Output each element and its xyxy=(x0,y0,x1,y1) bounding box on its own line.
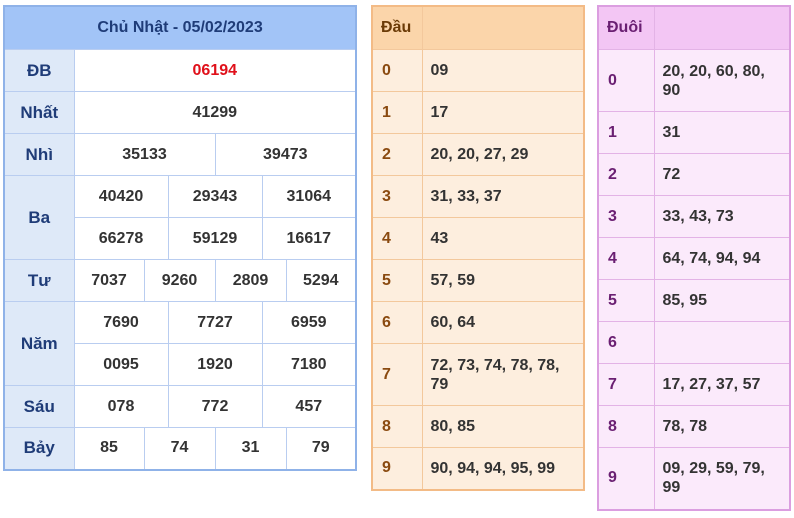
duoi-key: 0 xyxy=(597,49,655,112)
prize-value-tu: 9260 xyxy=(143,259,216,302)
dau-key: 7 xyxy=(371,343,423,406)
dau-table: Đầu 0 09 1 17 2 20, 20, 27, 29 3 31, 33, 37 … xyxy=(371,5,585,491)
prize-label-sau: Sáu xyxy=(3,385,75,428)
prize-value-nam: 1920 xyxy=(167,343,263,386)
dau-value: 90, 94, 94, 95, 99 xyxy=(421,447,585,490)
dau-key: 6 xyxy=(371,301,423,344)
dau-value: 80, 85 xyxy=(421,405,585,448)
duoi-value: 31 xyxy=(653,111,791,154)
prize-label-nhat: Nhất xyxy=(3,91,75,134)
dau-key: 8 xyxy=(371,405,423,448)
dau-header: Đầu xyxy=(371,5,423,50)
prize-value-ba: 66278 xyxy=(73,217,169,260)
duoi-key: 6 xyxy=(597,321,655,364)
duoi-key: 7 xyxy=(597,363,655,406)
prize-value-sau: 078 xyxy=(73,385,169,428)
dau-value: 20, 20, 27, 29 xyxy=(421,133,585,176)
prize-value-sau: 772 xyxy=(167,385,263,428)
dau-value: 31, 33, 37 xyxy=(421,175,585,218)
prize-value-ba: 59129 xyxy=(167,217,263,260)
dau-key: 9 xyxy=(371,447,423,490)
prize-label-ba: Ba xyxy=(3,175,75,260)
dau-header-blank xyxy=(421,5,585,50)
prize-value-nam: 7690 xyxy=(73,301,169,344)
duoi-value: 85, 95 xyxy=(653,279,791,322)
prize-value-nam: 7180 xyxy=(261,343,357,386)
duoi-key: 1 xyxy=(597,111,655,154)
dau-value: 57, 59 xyxy=(421,259,585,302)
prize-label-tu: Tư xyxy=(3,259,75,302)
prize-value-ba: 29343 xyxy=(167,175,263,218)
duoi-key: 9 xyxy=(597,447,655,510)
prize-value-ba: 40420 xyxy=(73,175,169,218)
prize-value-ba: 16617 xyxy=(261,217,357,260)
dau-key: 0 xyxy=(371,49,423,92)
duoi-key: 3 xyxy=(597,195,655,238)
prize-value-nhat: 41299 xyxy=(73,91,357,134)
dau-key: 5 xyxy=(371,259,423,302)
dau-key: 4 xyxy=(371,217,423,260)
lottery-results-table: Chủ Nhật - 05/02/2023 ĐB 06194 Nhất 4129… xyxy=(3,5,358,471)
prize-value-nhi: 35133 xyxy=(73,133,216,176)
results-title: Chủ Nhật - 05/02/2023 xyxy=(3,5,357,50)
prize-label-nam: Năm xyxy=(3,301,75,386)
prize-value-nam: 7727 xyxy=(167,301,263,344)
prize-label-db: ĐB xyxy=(3,49,75,92)
dau-key: 1 xyxy=(371,91,423,134)
prize-value-nhi: 39473 xyxy=(214,133,357,176)
prize-value-ba: 31064 xyxy=(261,175,357,218)
prize-label-nhi: Nhì xyxy=(3,133,75,176)
prize-value-nam: 0095 xyxy=(73,343,169,386)
prize-label-bay: Bảy xyxy=(3,427,75,470)
duoi-value xyxy=(653,321,791,364)
dau-key: 3 xyxy=(371,175,423,218)
duoi-table: Đuôi 0 20, 20, 60, 80, 90 1 31 2 72 3 33, 43… xyxy=(597,5,791,511)
prize-value-bay: 74 xyxy=(143,427,216,470)
prize-value-bay: 31 xyxy=(214,427,287,470)
duoi-header: Đuôi xyxy=(597,5,655,50)
dau-value: 60, 64 xyxy=(421,301,585,344)
duoi-key: 2 xyxy=(597,153,655,196)
duoi-value: 64, 74, 94, 94 xyxy=(653,237,791,280)
prize-value-sau: 457 xyxy=(261,385,357,428)
dau-value: 09 xyxy=(421,49,585,92)
duoi-value: 33, 43, 73 xyxy=(653,195,791,238)
duoi-value: 17, 27, 37, 57 xyxy=(653,363,791,406)
duoi-key: 8 xyxy=(597,405,655,448)
duoi-value: 20, 20, 60, 80, 90 xyxy=(653,49,791,112)
prize-value-tu: 5294 xyxy=(285,259,357,302)
prize-value-tu: 2809 xyxy=(214,259,287,302)
duoi-key: 4 xyxy=(597,237,655,280)
duoi-value: 78, 78 xyxy=(653,405,791,448)
prize-value-tu: 7037 xyxy=(73,259,145,302)
duoi-value: 72 xyxy=(653,153,791,196)
duoi-key: 5 xyxy=(597,279,655,322)
duoi-header-blank xyxy=(653,5,791,50)
prize-value-bay: 79 xyxy=(285,427,357,470)
dau-value: 43 xyxy=(421,217,585,260)
duoi-value: 09, 29, 59, 79, 99 xyxy=(653,447,791,510)
dau-value: 72, 73, 74, 78, 78, 79 xyxy=(421,343,585,406)
prize-value-db: 06194 xyxy=(73,49,357,92)
dau-key: 2 xyxy=(371,133,423,176)
dau-value: 17 xyxy=(421,91,585,134)
prize-value-nam: 6959 xyxy=(261,301,357,344)
prize-value-bay: 85 xyxy=(73,427,145,470)
